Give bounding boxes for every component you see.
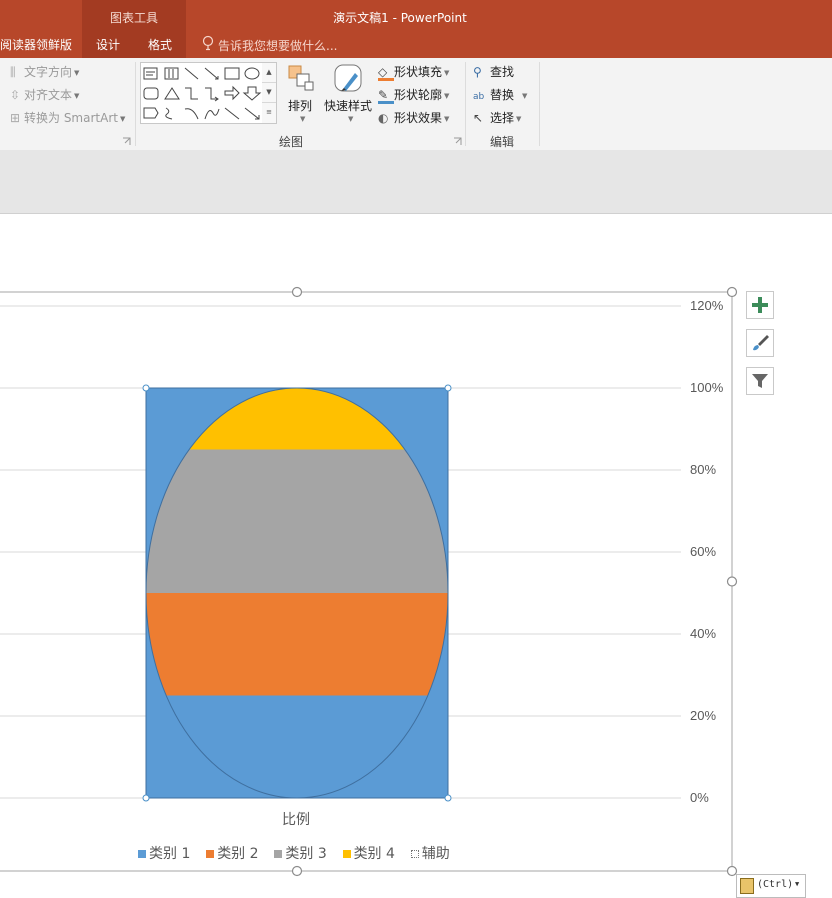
y-tick-label: 60% bbox=[690, 544, 717, 559]
legend-item-category-1[interactable]: 类别 1 bbox=[138, 846, 190, 862]
arrange-icon bbox=[288, 65, 314, 91]
text-direction-icon: ⫼ bbox=[10, 65, 16, 79]
slide-area-background bbox=[0, 150, 832, 214]
clipboard-icon bbox=[740, 878, 754, 894]
drawing-dialog-launcher-icon[interactable] bbox=[453, 137, 462, 146]
shape-effects-icon: ◐ bbox=[378, 111, 389, 125]
chart-resize-handle[interactable] bbox=[291, 865, 303, 877]
tab-reader[interactable]: 阅读器领鲜版 bbox=[0, 36, 72, 53]
ribbon-separator bbox=[539, 62, 540, 146]
shape-gallery-icons bbox=[143, 67, 262, 120]
gallery-more-icon[interactable]: ≡ bbox=[262, 103, 276, 122]
chart-legend[interactable]: 类别 1 类别 2 类别 3 类别 4 辅助 bbox=[138, 843, 450, 863]
shape-outline-button[interactable]: ✎ 形状轮廓 ▼ bbox=[378, 86, 449, 104]
filter-icon bbox=[752, 374, 768, 388]
convert-smartart-button[interactable]: ⊞ 转换为 SmartArt ▼ bbox=[10, 109, 125, 126]
paint-bucket-icon: ◇ bbox=[378, 66, 394, 81]
chart-tools-label: 图表工具 bbox=[109, 11, 158, 25]
chevron-down-icon: ▼ bbox=[795, 880, 800, 888]
find-button[interactable]: ⚲ 查找 bbox=[473, 63, 514, 80]
replace-icon: ab bbox=[473, 92, 485, 102]
quick-styles-button[interactable]: 快速样式 bbox=[324, 97, 372, 114]
y-tick-label: 100% bbox=[690, 380, 724, 395]
y-tick-label: 40% bbox=[690, 626, 717, 641]
shape-fill-button[interactable]: ◇ 形状填充 ▼ bbox=[378, 63, 449, 81]
plus-icon bbox=[752, 297, 768, 313]
dialog-launcher-icon[interactable] bbox=[122, 137, 131, 146]
editing-group-label: 编辑 bbox=[490, 135, 515, 149]
chart-styles-button[interactable] bbox=[746, 329, 774, 357]
bar-selection-handle[interactable] bbox=[142, 384, 150, 392]
legend-swatch bbox=[206, 850, 215, 858]
align-text-button[interactable]: ⇳ 对齐文本 ▼ bbox=[10, 86, 79, 103]
paste-options-button[interactable]: (Ctrl) ▼ bbox=[736, 874, 806, 898]
paste-options-label: (Ctrl) bbox=[757, 879, 794, 890]
arrange-button[interactable]: 排列 bbox=[288, 97, 312, 114]
bar-selection-handle[interactable] bbox=[444, 794, 452, 802]
legend-swatch bbox=[138, 850, 146, 858]
smartart-icon: ⊞ bbox=[10, 111, 21, 125]
legend-item-category-4[interactable]: 类别 4 bbox=[342, 846, 395, 862]
ribbon-separator bbox=[135, 62, 136, 146]
gallery-up-icon[interactable]: ▲ bbox=[262, 63, 276, 83]
x-axis-category-label: 比例 bbox=[282, 812, 310, 828]
drawing-group-label: 绘图 bbox=[279, 135, 304, 149]
lightbulb-icon bbox=[202, 35, 214, 51]
quick-styles-icon bbox=[334, 64, 362, 92]
stacked-series-group bbox=[146, 388, 448, 798]
pen-outline-icon: ✎ bbox=[378, 89, 394, 104]
tab-format[interactable]: 格式 bbox=[148, 36, 172, 53]
replace-button[interactable]: ab 替换 ▼ bbox=[473, 86, 527, 103]
align-text-icon: ⇳ bbox=[10, 88, 21, 102]
legend-item-category-2[interactable]: 类别 2 bbox=[206, 846, 259, 862]
bar-selection-handle[interactable] bbox=[444, 384, 452, 392]
shapes-gallery[interactable] bbox=[140, 62, 264, 124]
shapes-gallery-scroll[interactable]: ▲ ▼ ≡ bbox=[262, 62, 277, 124]
paintbrush-icon bbox=[753, 335, 769, 351]
chart-elements-button[interactable] bbox=[746, 291, 774, 319]
arrange-caret-icon: ▼ bbox=[300, 115, 306, 123]
document-title: 演示文稿1 - PowerPoint bbox=[333, 11, 467, 25]
bar-segment-category-3[interactable] bbox=[146, 449, 448, 594]
y-tick-label: 80% bbox=[690, 462, 717, 477]
legend-item-helper[interactable]: 辅助 bbox=[410, 846, 450, 862]
select-button[interactable]: ↖ 选择 ▼ bbox=[473, 109, 521, 126]
legend-item-category-3[interactable]: 类别 3 bbox=[274, 846, 327, 862]
gallery-down-icon[interactable]: ▼ bbox=[262, 83, 276, 103]
legend-swatch bbox=[342, 850, 351, 858]
text-direction-button[interactable]: ⫼ 文字方向 ▼ bbox=[10, 63, 79, 80]
legend-swatch bbox=[410, 850, 419, 858]
quick-styles-caret-icon: ▼ bbox=[348, 115, 354, 123]
ribbon-separator bbox=[465, 62, 466, 146]
shape-effects-button[interactable]: ◐ 形状效果 ▼ bbox=[378, 109, 449, 126]
chart-filters-button[interactable] bbox=[746, 367, 774, 395]
tab-design[interactable]: 设计 bbox=[96, 36, 120, 53]
bar-segment-category-2[interactable] bbox=[146, 593, 448, 696]
y-tick-label: 0% bbox=[690, 790, 709, 805]
legend-swatch bbox=[274, 850, 283, 858]
bar-selection-handle[interactable] bbox=[142, 794, 150, 802]
cursor-icon: ↖ bbox=[473, 111, 484, 125]
chart-resize-handle[interactable] bbox=[726, 286, 738, 298]
y-tick-label: 20% bbox=[690, 708, 717, 723]
tell-me-search[interactable]: 告诉我您想要做什么... bbox=[218, 37, 337, 54]
chart-resize-handle[interactable] bbox=[726, 576, 738, 587]
chart-resize-handle[interactable] bbox=[291, 286, 303, 298]
search-icon: ⚲ bbox=[473, 65, 482, 79]
y-tick-label: 120% bbox=[690, 298, 724, 313]
